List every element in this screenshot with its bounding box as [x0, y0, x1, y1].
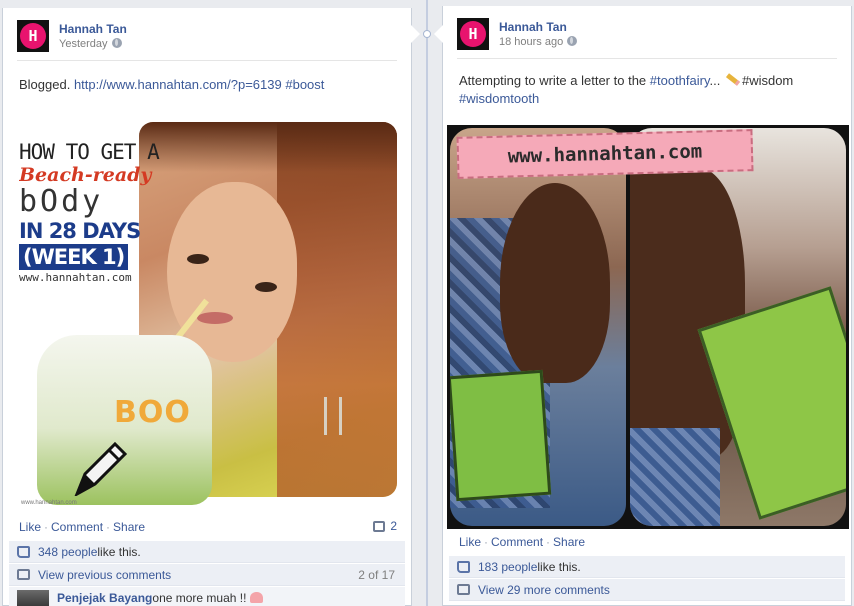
like-link[interactable]: Like	[19, 520, 41, 534]
card-pointer	[410, 24, 420, 44]
comment-bubble-icon	[373, 520, 386, 532]
comment-icon	[17, 569, 30, 580]
action-separator: ·	[106, 520, 111, 534]
photo-panel-right	[630, 128, 846, 526]
thumbs-up-icon	[457, 560, 470, 573]
view-more-comments-link[interactable]: View 29 more comments	[478, 583, 610, 597]
photo-hair	[277, 122, 397, 497]
post-link[interactable]: http://www.hannahtan.com/?p=6139	[74, 77, 282, 92]
commenter-avatar[interactable]	[17, 589, 49, 606]
card-pointer	[434, 24, 444, 44]
hashtag-boost[interactable]: #boost	[285, 77, 324, 92]
post-text-prefix: Blogged.	[19, 77, 74, 92]
image-title-line: HOW TO GET A	[19, 140, 160, 164]
comment-text: one more muah !!	[152, 590, 247, 605]
globe-icon[interactable]	[567, 36, 578, 46]
banner-text: www.hannahtan.com	[507, 140, 703, 168]
post-timestamp[interactable]: 18 hours ago	[499, 36, 578, 48]
avatar-logo: H	[20, 23, 46, 49]
photo-lips	[197, 312, 233, 324]
comment-icon	[457, 584, 470, 595]
comment-row: Penjejak Bayang one more muah !!	[9, 587, 405, 606]
post-text-mid: ...	[709, 73, 724, 88]
hashtag-toothfairy[interactable]: #toothfairy	[650, 73, 710, 88]
post-text: Attempting to write a letter to the #too…	[459, 72, 843, 108]
post-actions: Like · Comment · Share	[459, 535, 585, 549]
action-separator: ·	[484, 535, 489, 549]
photo-panel-left	[450, 128, 626, 526]
post-text: Blogged. http://www.hannahtan.com/?p=613…	[19, 76, 399, 94]
photo-jeans	[630, 428, 720, 526]
photo-clipboard	[450, 369, 552, 502]
image-banner: www.hannahtan.com	[456, 129, 754, 179]
globe-icon[interactable]	[111, 38, 122, 48]
timestamp-text[interactable]: Yesterday	[59, 38, 108, 50]
timestamp-text[interactable]: 18 hours ago	[499, 36, 563, 48]
share-link[interactable]: Share	[113, 520, 145, 534]
image-title-line: bOdy	[19, 184, 104, 219]
thumbs-up-icon	[17, 545, 30, 558]
heart-icon	[250, 592, 264, 603]
pencil-icon	[74, 441, 128, 496]
comments-pagination: 2 of 17	[358, 567, 395, 582]
post-photo[interactable]: BOO HOW TO GET A Beach-ready bOdy IN 28 …	[19, 120, 400, 508]
view-previous-comments-link[interactable]: View previous comments	[38, 568, 171, 582]
photo-eye	[255, 282, 277, 292]
avatar[interactable]: H	[17, 20, 49, 52]
pencil-emoji-icon	[725, 73, 741, 86]
likes-row: 348 people like this.	[9, 541, 405, 563]
likes-people-link[interactable]: 183 people	[478, 560, 537, 574]
divider	[457, 58, 837, 59]
divider	[17, 60, 397, 61]
hashtag-wisdomtooth[interactable]: #wisdomtooth	[459, 91, 539, 106]
image-watermark-url: www.hannahtan.com	[21, 500, 77, 506]
comment-link[interactable]: Comment	[491, 535, 543, 549]
photo-hair	[500, 183, 610, 383]
likes-people-link[interactable]: 348 people	[38, 545, 97, 559]
like-link[interactable]: Like	[459, 535, 481, 549]
author-name[interactable]: Hannah Tan	[499, 20, 567, 34]
likes-row: 183 people like this.	[449, 556, 845, 578]
post-text-prefix: Attempting to write a letter to the	[459, 73, 650, 88]
likes-suffix: like this.	[537, 559, 581, 574]
photo-necklace	[324, 397, 342, 435]
timeline-spine	[426, 0, 428, 606]
post-card-right: H Hannah Tan 18 hours ago Attempting to …	[442, 6, 852, 606]
image-title-line: (WEEK 1)	[19, 244, 129, 270]
view-more-row[interactable]: View 29 more comments	[449, 579, 845, 601]
commenter-name[interactable]: Penjejak Bayang	[57, 591, 152, 605]
comment-link[interactable]: Comment	[51, 520, 103, 534]
photo-hair-top	[139, 122, 397, 172]
action-separator: ·	[546, 535, 551, 549]
share-link[interactable]: Share	[553, 535, 585, 549]
author-name[interactable]: Hannah Tan	[59, 22, 127, 36]
avatar-logo: H	[460, 21, 486, 47]
photo-face	[167, 182, 297, 362]
post-photo[interactable]: www.hannahtan.com	[447, 125, 849, 529]
cup-logo-text: BOO	[114, 395, 191, 430]
post-card-left: H Hannah Tan Yesterday Blogged. http://w…	[2, 8, 412, 606]
image-title-line: Beach-ready	[19, 164, 152, 186]
photo-eye	[187, 254, 209, 264]
action-separator: ·	[44, 520, 49, 534]
comment-count[interactable]: 2	[373, 519, 397, 533]
image-title-line: www.hannahtan.com	[19, 271, 132, 284]
likes-suffix: like this.	[97, 544, 141, 559]
post-actions: Like · Comment · Share	[19, 520, 145, 534]
image-title-block: HOW TO GET A Beach-ready bOdy IN 28 DAYS…	[19, 140, 160, 286]
timeline-dot	[423, 30, 431, 38]
hashtag-wisdom[interactable]: #wisdom	[742, 73, 793, 88]
image-title-line: IN 28 DAYS	[19, 219, 141, 243]
comment-count-value: 2	[390, 519, 397, 533]
post-timestamp[interactable]: Yesterday	[59, 38, 122, 50]
avatar[interactable]: H	[457, 18, 489, 50]
view-previous-row[interactable]: View previous comments 2 of 17	[9, 564, 405, 586]
